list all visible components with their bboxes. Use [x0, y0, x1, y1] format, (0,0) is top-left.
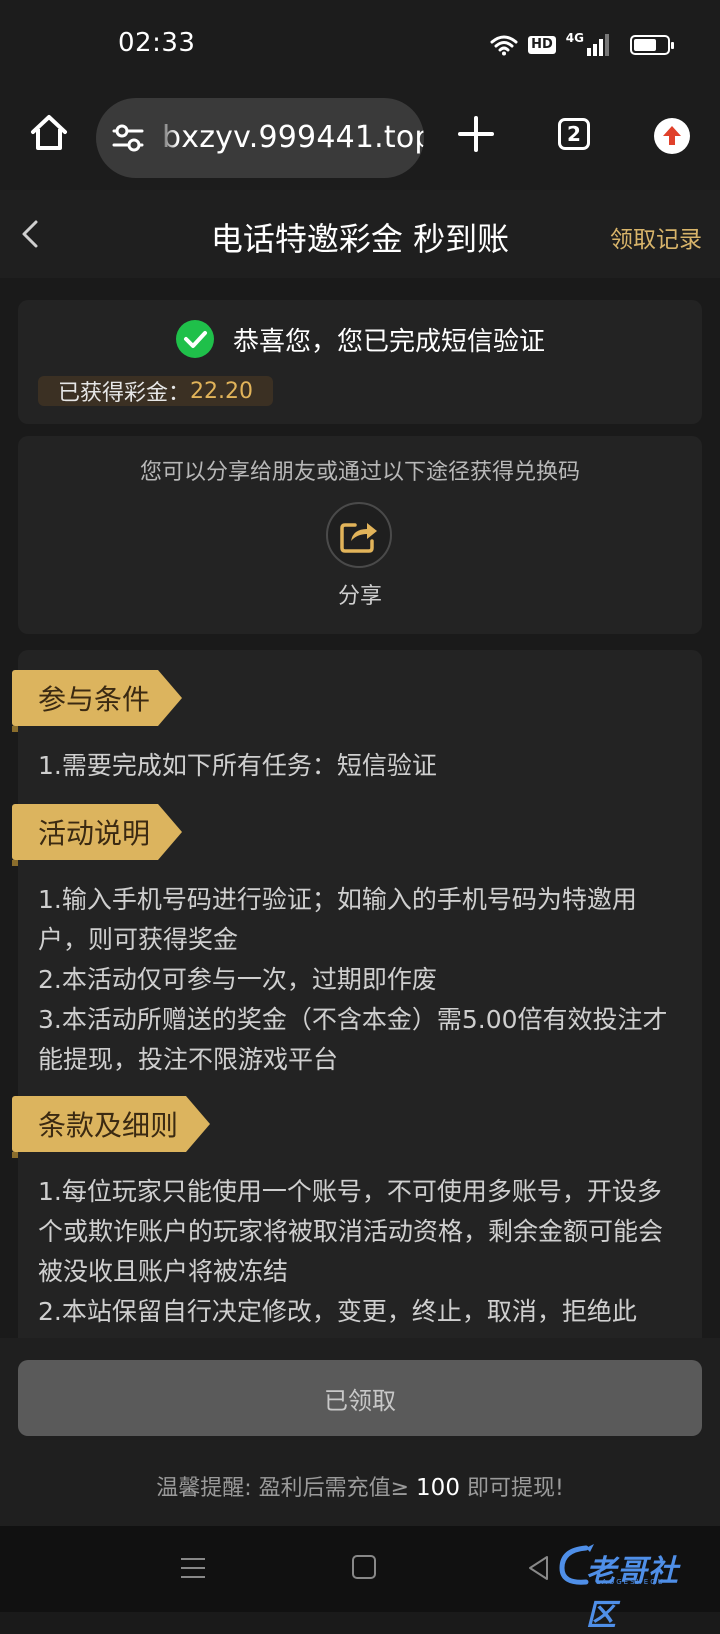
section-tag-terms: 条款及细则	[12, 1096, 211, 1158]
terms-line: 2.本站保留自行决定修改，变更，终止，取消，拒绝此	[38, 1297, 637, 1326]
section-title-description: 活动说明	[12, 804, 159, 860]
conditions-text: 1.需要完成如下所有任务：短信验证	[38, 746, 678, 786]
arrow-up-icon	[663, 126, 681, 145]
watermark-logo: 老哥社区 LAOGESHEQU	[556, 1540, 706, 1633]
tag-fold	[12, 1152, 18, 1158]
url-fade	[156, 108, 178, 168]
conditions-line: 1.需要完成如下所有任务：短信验证	[38, 751, 437, 780]
system-nav-bar: 老哥社区 LAOGESHEQU	[0, 1526, 720, 1633]
status-icons: HD 4G	[490, 30, 674, 60]
tune-icon[interactable]	[112, 124, 144, 152]
url-text[interactable]: bxzyv.999441.top	[162, 120, 424, 155]
bonus-value: 22.20	[190, 378, 253, 404]
status-time: 02:33	[118, 28, 196, 58]
description-text: 1.输入手机号码进行验证；如输入的手机号码为特邀用户，则可获得奖金 2.本活动仅…	[38, 880, 678, 1080]
browser-toolbar: bxzyv.999441.top 2	[0, 90, 720, 190]
tab-switcher-button[interactable]: 2	[558, 118, 590, 150]
battery-level	[634, 39, 656, 51]
home-icon[interactable]	[28, 112, 70, 154]
back-triangle-icon[interactable]	[526, 1554, 550, 1582]
description-line: 3.本活动所赠送的奖金（不含本金）需5.00倍有效投注才能提现，投注不限游戏平台	[38, 1005, 668, 1074]
bonus-label: 已获得彩金：	[58, 381, 191, 406]
tag-arrow	[158, 804, 183, 860]
reminder-suffix: 即可提现!	[459, 1476, 564, 1501]
claimed-button[interactable]: 已领取	[18, 1360, 702, 1436]
battery-icon	[630, 35, 674, 55]
withdraw-reminder: 温馨提醒: 盈利后需充值≥ 100 即可提现!	[0, 1470, 720, 1502]
home-square-icon[interactable]	[352, 1555, 376, 1579]
page-header: 电话特邀彩金 秒到账 领取记录	[0, 190, 720, 279]
share-card: 您可以分享给朋友或通过以下途径获得兑换码 分享	[18, 436, 702, 634]
page-content: 恭喜您，您已完成短信验证 已获得彩金： 22.20 您可以分享给朋友或通过以下途…	[0, 278, 720, 1350]
tag-arrow	[158, 670, 183, 726]
wifi-icon	[490, 35, 518, 56]
terms-text: 1.每位玩家只能使用一个账号，不可使用多账号，开设多个或欺诈账户的玩家将被取消活…	[38, 1172, 678, 1332]
verified-message: 恭喜您，您已完成短信验证	[232, 326, 545, 357]
terms-line: 1.每位玩家只能使用一个账号，不可使用多账号，开设多个或欺诈账户的玩家将被取消活…	[38, 1177, 664, 1286]
network-label: 4G	[565, 31, 584, 45]
verified-row: 恭喜您，您已完成短信验证	[18, 318, 702, 360]
check-circle-icon	[175, 320, 214, 358]
signal-icon	[587, 34, 609, 56]
section-title-terms: 条款及细则	[12, 1096, 187, 1152]
description-line: 1.输入手机号码进行验证；如输入的手机号码为特邀用户，则可获得奖金	[38, 885, 637, 954]
tag-fold	[12, 726, 18, 732]
bottom-panel: 已领取 温馨提醒: 盈利后需充值≥ 100 即可提现!	[0, 1338, 720, 1526]
tag-fold	[12, 860, 18, 866]
watermark-text: 老哥社区	[586, 1554, 679, 1633]
menu-icon[interactable]	[180, 1556, 206, 1580]
reminder-prefix: 温馨提醒: 盈利后需充值≥	[156, 1476, 417, 1501]
reminder-amount: 100	[416, 1475, 460, 1501]
share-label: 分享	[337, 584, 382, 609]
bonus-chip: 已获得彩金： 22.20	[38, 376, 273, 406]
plus-icon[interactable]	[456, 114, 496, 154]
section-tag-description: 活动说明	[12, 804, 183, 866]
description-line: 2.本活动仅可参与一次，过期即作废	[38, 965, 437, 994]
watermark-subtext: LAOGESHEQU	[596, 1578, 665, 1586]
tag-arrow	[186, 1096, 211, 1152]
section-tag-conditions: 参与条件	[12, 670, 183, 732]
share-button[interactable]	[326, 502, 392, 568]
address-bar[interactable]: bxzyv.999441.top	[96, 98, 424, 178]
share-icon	[340, 523, 377, 553]
claim-records-link[interactable]: 领取记录	[610, 220, 702, 254]
share-hint: 您可以分享给朋友或通过以下途径获得兑换码	[139, 460, 580, 485]
hd-badge: HD	[528, 36, 556, 54]
rules-card: 参与条件 1.需要完成如下所有任务：短信验证 活动说明 1.输入手机号码进行验证…	[12, 650, 702, 1350]
status-bar: 02:33 HD 4G	[0, 0, 720, 90]
update-icon[interactable]	[654, 118, 690, 154]
section-title-conditions: 参与条件	[12, 670, 159, 726]
verified-card: 恭喜您，您已完成短信验证 已获得彩金： 22.20	[18, 300, 702, 424]
